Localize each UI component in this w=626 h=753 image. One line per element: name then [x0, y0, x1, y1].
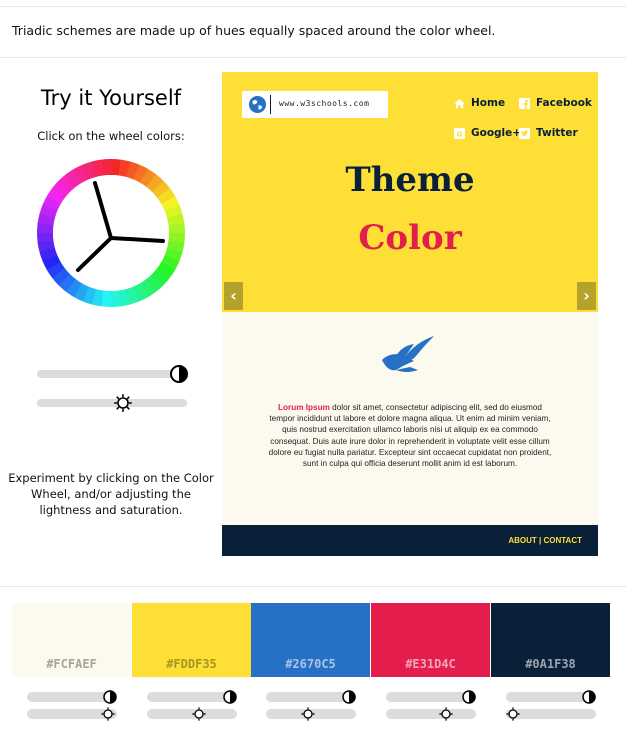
sun-icon[interactable] — [439, 707, 453, 721]
sun-icon[interactable] — [301, 707, 315, 721]
swatch-hex-label: #FCFAEF — [46, 657, 97, 671]
preview-footer: ABOUT | CONTACT — [222, 525, 598, 556]
logo-divider — [270, 95, 271, 114]
swatch-saturation-slider[interactable] — [506, 707, 596, 721]
swatch-lightness-slider[interactable] — [147, 690, 237, 704]
swatch-lightness-slider[interactable] — [266, 690, 356, 704]
lightness-slider[interactable] — [37, 365, 188, 383]
sun-icon[interactable] — [192, 707, 206, 721]
contrast-icon[interactable] — [223, 690, 237, 704]
intro-text: Triadic schemes are made up of hues equa… — [12, 23, 496, 38]
svg-text:G: G — [456, 129, 462, 138]
contrast-icon[interactable] — [170, 365, 188, 383]
nav-googleplus[interactable]: G Google+ — [454, 127, 521, 139]
saturation-slider[interactable] — [37, 394, 187, 412]
nav-facebook-label: Facebook — [536, 97, 592, 109]
lorem-paragraph: Lorum Ipsum dolor sit amet, consectetur … — [266, 402, 554, 469]
bird-icon — [382, 336, 434, 372]
swatch-lightness-slider[interactable] — [506, 690, 596, 704]
contrast-icon[interactable] — [582, 690, 596, 704]
top-divider — [0, 6, 626, 7]
lorem-lead: Lorum Ipsum — [278, 403, 330, 412]
nav-home-label: Home — [471, 97, 506, 109]
color-swatch[interactable]: #FCFAEF — [12, 603, 131, 677]
next-arrow-button[interactable]: › — [577, 282, 596, 310]
swatch-saturation-slider[interactable] — [266, 707, 356, 721]
nav-twitter[interactable]: Twitter — [519, 127, 578, 139]
nav-twitter-label: Twitter — [536, 127, 578, 139]
preview-title-color: Color — [358, 218, 462, 258]
home-icon — [454, 98, 465, 108]
swatch-hex-label: #2670C5 — [285, 657, 336, 671]
nav-facebook[interactable]: Facebook — [519, 97, 592, 109]
prev-arrow-button[interactable]: ‹ — [224, 282, 243, 310]
color-swatch[interactable]: #FDDF35 — [132, 603, 251, 677]
swatch-hex-label: #0A1F38 — [525, 657, 576, 671]
swatch-lightness-slider[interactable] — [27, 690, 117, 704]
swatch-saturation-slider[interactable] — [386, 707, 476, 721]
swatch-saturation-slider[interactable] — [27, 707, 117, 721]
explain-text: Experiment by clicking on the Color Whee… — [8, 471, 214, 517]
preview-header: www.w3schools.com Home Facebook G Google… — [222, 72, 598, 312]
nav-home[interactable]: Home — [454, 97, 505, 109]
color-swatch[interactable]: #2670C5 — [251, 603, 370, 677]
swatch-saturation-slider[interactable] — [147, 707, 237, 721]
swatch-lightness-slider[interactable] — [386, 690, 476, 704]
preview-title-theme: Theme — [345, 160, 475, 200]
wheel-instruction: Click on the wheel colors: — [37, 129, 185, 143]
nav-googleplus-label: Google+ — [471, 127, 522, 139]
sun-icon[interactable] — [506, 707, 520, 721]
footer-links[interactable]: ABOUT | CONTACT — [508, 536, 582, 545]
facebook-icon — [519, 97, 530, 109]
swatch-hex-label: #FDDF35 — [166, 657, 217, 671]
lorem-body: dolor sit amet, consectetur adipiscing e… — [268, 403, 552, 469]
color-wheel[interactable] — [36, 158, 186, 308]
section-divider-top — [0, 57, 626, 58]
globe-icon — [248, 95, 267, 114]
theme-preview: www.w3schools.com Home Facebook G Google… — [222, 72, 598, 556]
section-divider-bottom — [0, 586, 626, 587]
logo[interactable]: www.w3schools.com — [242, 91, 388, 118]
logo-text: www.w3schools.com — [279, 99, 370, 108]
sun-icon[interactable] — [114, 394, 132, 412]
googleplus-icon: G — [454, 127, 465, 139]
color-swatch[interactable]: #0A1F38 — [491, 603, 610, 677]
sun-icon[interactable] — [101, 707, 115, 721]
swatch-hex-label: #E31D4C — [405, 657, 456, 671]
twitter-icon — [519, 127, 530, 139]
contrast-icon[interactable] — [103, 690, 117, 704]
try-it-title: Try it Yourself — [40, 86, 182, 110]
color-swatch[interactable]: #E31D4C — [371, 603, 490, 677]
contrast-icon[interactable] — [462, 690, 476, 704]
contrast-icon[interactable] — [342, 690, 356, 704]
